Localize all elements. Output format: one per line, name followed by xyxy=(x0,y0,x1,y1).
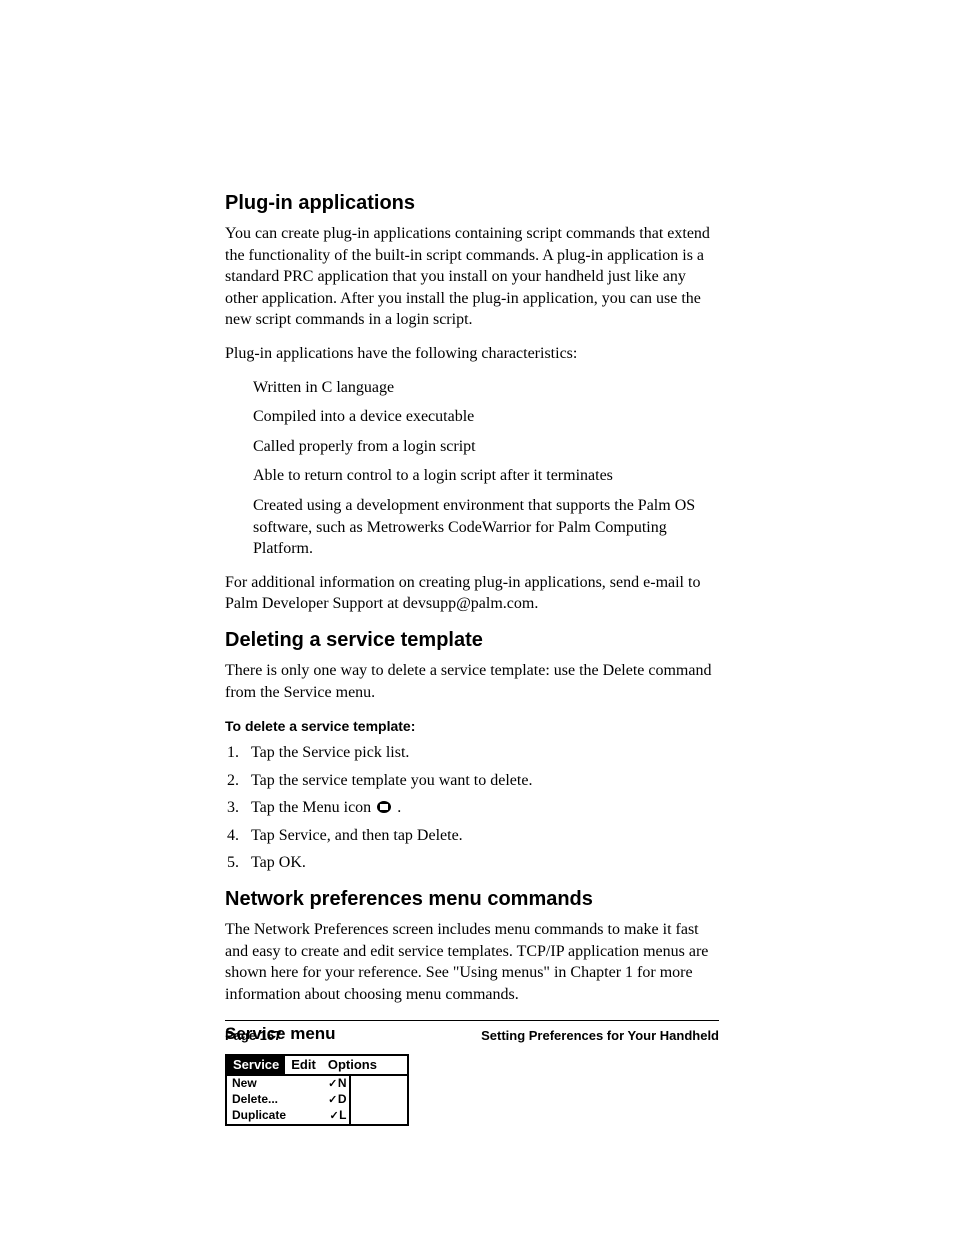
menu-item-key: L xyxy=(339,1108,346,1122)
menu-bar: Service Edit Options xyxy=(227,1056,407,1076)
step-item: Tap OK. xyxy=(243,852,719,874)
delete-steps: Tap the Service pick list. Tap the servi… xyxy=(225,742,719,874)
para-plugin-email: For additional information on creating p… xyxy=(225,572,719,615)
para-plugin-intro: You can create plug-in applications cont… xyxy=(225,223,719,331)
service-menu-figure: Service Edit Options New ✓N Delete... ✓D… xyxy=(225,1054,409,1126)
heading-deleting-template: Deleting a service template xyxy=(225,627,719,654)
step-item: Tap the service template you want to del… xyxy=(243,770,719,792)
menu-item-key: N xyxy=(338,1076,346,1090)
menu-item-label: New xyxy=(232,1077,257,1090)
menu-item-delete: Delete... ✓D xyxy=(227,1092,349,1108)
procedure-title: To delete a service template: xyxy=(225,717,719,736)
menu-tab-service: Service xyxy=(227,1056,285,1074)
menu-dropdown: New ✓N Delete... ✓D Duplicate ✓L xyxy=(225,1076,351,1126)
menu-tab-options: Options xyxy=(322,1056,383,1074)
list-item: Compiled into a device executable xyxy=(253,406,719,428)
para-plugin-chars: Plug-in applications have the following … xyxy=(225,343,719,365)
document-page: Plug-in applications You can create plug… xyxy=(0,0,954,1235)
step-item: Tap the Service pick list. xyxy=(243,742,719,764)
step-item: Tap Service, and then tap Delete. xyxy=(243,825,719,847)
plugin-characteristics-list: Written in C language Compiled into a de… xyxy=(225,377,719,560)
menu-icon xyxy=(377,801,391,813)
menu-item-new: New ✓N xyxy=(227,1076,349,1092)
menu-item-key: D xyxy=(338,1092,346,1106)
footer-page-number: Page 167 xyxy=(225,1027,281,1045)
step-text: Tap the Menu icon xyxy=(251,799,375,816)
page-footer: Page 167 Setting Preferences for Your Ha… xyxy=(225,1020,719,1045)
para-network-intro: The Network Preferences screen includes … xyxy=(225,919,719,1005)
step-item: Tap the Menu icon . xyxy=(243,797,719,819)
list-item: Created using a development environment … xyxy=(253,495,719,560)
menu-item-label: Delete... xyxy=(232,1093,278,1106)
step-text: . xyxy=(393,799,401,816)
list-item: Called properly from a login script xyxy=(253,436,719,458)
menu-tab-edit: Edit xyxy=(285,1056,322,1074)
para-delete-intro: There is only one way to delete a servic… xyxy=(225,660,719,703)
heading-plugin-apps: Plug-in applications xyxy=(225,190,719,217)
list-item: Written in C language xyxy=(253,377,719,399)
heading-network-prefs: Network preferences menu commands xyxy=(225,886,719,913)
menu-item-label: Duplicate xyxy=(232,1109,286,1122)
menu-item-duplicate: Duplicate ✓L xyxy=(227,1108,349,1124)
list-item: Able to return control to a login script… xyxy=(253,465,719,487)
footer-chapter-title: Setting Preferences for Your Handheld xyxy=(481,1027,719,1045)
